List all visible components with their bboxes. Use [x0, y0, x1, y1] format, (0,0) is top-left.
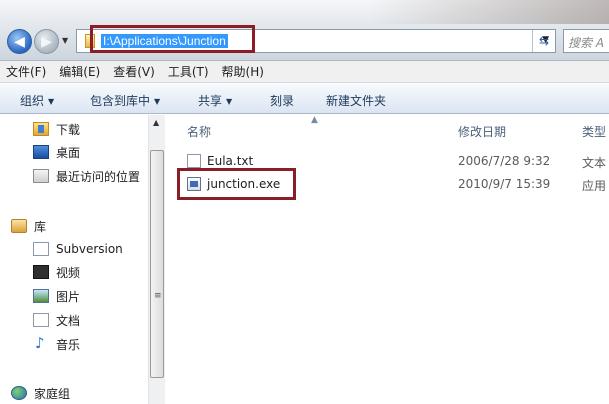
- menu-help[interactable]: 帮助(H): [222, 63, 264, 80]
- nav-label: 下载: [56, 122, 81, 137]
- scroll-grip-icon: ≡: [154, 291, 162, 301]
- nav-item-libraries[interactable]: 库: [11, 217, 46, 235]
- search-placeholder: 搜索 A: [568, 36, 605, 50]
- document-library-icon: [33, 242, 49, 256]
- file-date: 2010/9/7 15:39: [458, 177, 551, 191]
- desktop-icon: [33, 145, 49, 159]
- music-icon: [33, 334, 49, 352]
- command-bar: 组织 ▼ 包含到库中 ▼ 共享 ▼ 刻录 新建文件夹: [0, 84, 609, 114]
- file-highlight-box: [177, 168, 296, 200]
- column-header-type[interactable]: 类型: [582, 123, 606, 140]
- column-header-name[interactable]: 名称: [187, 123, 211, 140]
- nav-scrollbar[interactable]: ▲ ≡: [148, 115, 165, 404]
- nav-label: 桌面: [56, 145, 81, 160]
- file-type: 文本: [582, 156, 607, 170]
- burn-button[interactable]: 刻录: [270, 92, 294, 109]
- downloads-folder-icon: [33, 122, 49, 136]
- address-highlight-box: [90, 25, 255, 53]
- nav-label: Subversion: [56, 242, 123, 256]
- video-icon: [33, 265, 49, 279]
- nav-item-subversion[interactable]: Subversion: [33, 240, 123, 258]
- nav-label: 最近访问的位置: [56, 169, 141, 184]
- forward-button[interactable]: ▶: [34, 29, 59, 54]
- column-header-date[interactable]: 修改日期: [458, 123, 506, 140]
- nav-item-music[interactable]: 音乐: [33, 334, 81, 353]
- library-icon: [11, 219, 27, 233]
- nav-item-desktop[interactable]: 桌面: [33, 143, 80, 161]
- search-input[interactable]: 搜索 A: [563, 29, 609, 53]
- homegroup-icon: [11, 386, 27, 400]
- nav-label: 家庭组: [34, 386, 71, 401]
- recent-places-icon: [33, 169, 49, 183]
- nav-item-documents[interactable]: 文档: [33, 311, 80, 329]
- include-library-label: 包含到库中: [90, 94, 151, 108]
- back-arrow-icon: ◀: [14, 33, 25, 50]
- forward-arrow-icon: ▶: [41, 33, 52, 50]
- sort-ascending-icon: ▲: [311, 115, 318, 125]
- menu-file[interactable]: 文件(F): [6, 63, 46, 80]
- scrollbar-thumb[interactable]: ≡: [150, 150, 164, 378]
- include-library-button[interactable]: 包含到库中 ▼: [90, 92, 160, 109]
- recent-pages-dropdown-icon[interactable]: ▼: [62, 36, 68, 45]
- nav-item-videos[interactable]: 视频: [33, 263, 80, 281]
- share-dropdown-icon: ▼: [226, 97, 233, 106]
- nav-item-recent[interactable]: 最近访问的位置: [33, 167, 140, 185]
- nav-item-pictures[interactable]: 图片: [33, 287, 80, 305]
- scroll-up-arrow-icon[interactable]: ▲: [153, 118, 159, 127]
- share-button[interactable]: 共享 ▼: [198, 92, 232, 109]
- address-bar-area: ◀ ▶ ▼ I:\Applications\Junction ▼ ⇆ 搜索 A: [0, 0, 609, 61]
- nav-item-homegroup[interactable]: 家庭组: [11, 384, 70, 402]
- nav-label: 图片: [56, 289, 81, 304]
- organize-dropdown-icon: ▼: [48, 97, 55, 106]
- document-icon: [33, 313, 49, 327]
- new-folder-button[interactable]: 新建文件夹: [326, 92, 386, 109]
- navigation-pane: 下载 桌面 最近访问的位置 库 Subversion 视频 图片 文档 音乐 家…: [0, 115, 166, 404]
- refresh-button[interactable]: ⇆: [532, 30, 555, 52]
- organize-button[interactable]: 组织 ▼: [20, 92, 54, 109]
- menu-view[interactable]: 查看(V): [113, 63, 155, 80]
- nav-label: 库: [34, 219, 47, 234]
- file-name: Eula.txt: [207, 154, 254, 168]
- file-name-cell: Eula.txt: [187, 154, 253, 168]
- file-type: 应用: [582, 179, 607, 193]
- refresh-icon: ⇆: [538, 34, 550, 48]
- nav-label: 音乐: [56, 337, 81, 352]
- include-library-dropdown-icon: ▼: [154, 97, 161, 106]
- menu-bar: 文件(F) 编辑(E) 查看(V) 工具(T) 帮助(H): [0, 61, 609, 83]
- share-label: 共享: [198, 94, 223, 108]
- picture-icon: [33, 289, 49, 303]
- nav-label: 视频: [56, 265, 81, 280]
- menu-edit[interactable]: 编辑(E): [59, 63, 100, 80]
- text-file-icon: [187, 154, 201, 168]
- nav-label: 文档: [56, 313, 81, 328]
- file-date: 2006/7/28 9:32: [458, 154, 551, 168]
- nav-item-downloads[interactable]: 下载: [33, 120, 80, 138]
- file-list: ▲ 名称 修改日期 类型 Eula.txt 2006/7/28 9:32 文本 …: [166, 115, 609, 404]
- back-button[interactable]: ◀: [7, 29, 32, 54]
- menu-tools[interactable]: 工具(T): [168, 63, 209, 80]
- organize-label: 组织: [20, 94, 45, 108]
